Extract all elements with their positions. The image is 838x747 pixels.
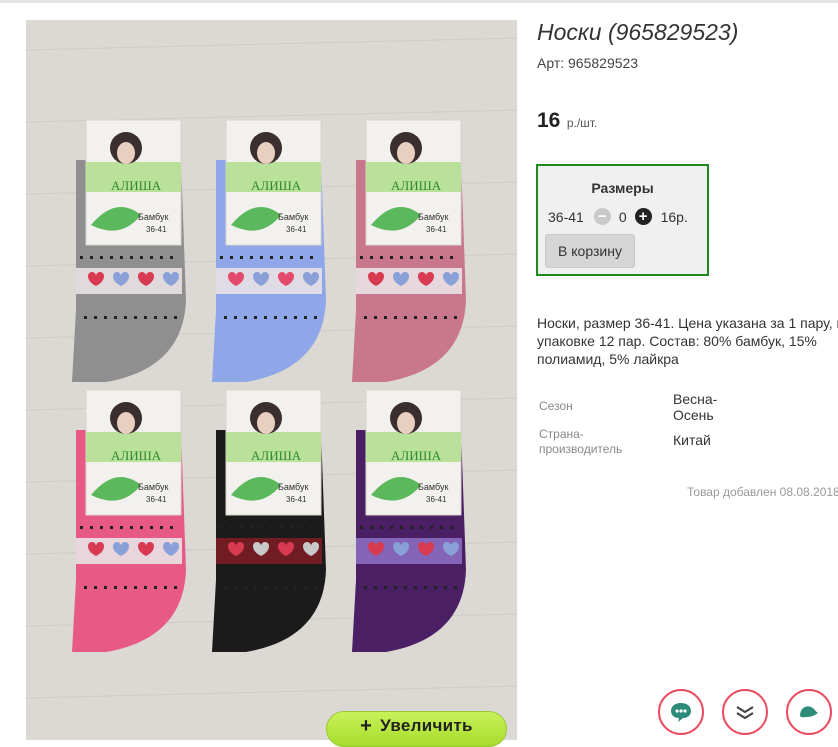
package-brand: АЛИША [251,448,302,463]
package-brand: АЛИША [391,448,442,463]
plus-icon: + [360,714,373,737]
package-brand: АЛИША [251,178,302,193]
layers-button[interactable] [722,689,768,735]
package-brand: АЛИША [391,178,442,193]
package-size: 36-41 [146,495,167,504]
size-price: 16р. [660,208,688,225]
package-material: Бамбук [138,482,168,492]
attribute-value-country: Китай [673,432,711,448]
package-size: 36-41 [286,495,307,504]
product-price: 16 р./шт. [537,109,597,133]
size-label: 36-41 [548,208,584,225]
sock-pair: АЛИША Бамбук 36-41 [352,119,466,382]
zoom-button[interactable]: + Увеличить [326,711,507,747]
package-material: Бамбук [418,212,448,222]
attribute-value-season: Весна- Осень [673,391,718,423]
price-value: 16 [537,109,561,132]
product-photo[interactable]: АЛИША Бамбук 36-41 АЛИША Бамбук 36-41 АЛИША Бам… [26,20,517,740]
product-article: Арт: 965829523 [537,55,639,71]
package-material: Бамбук [138,212,168,222]
sock-pair: АЛИША Бамбук 36-41 [72,389,186,652]
package-material: Бамбук [278,482,308,492]
chat-button[interactable] [658,689,704,735]
product-description: Носки, размер 36-41. Цена указана за 1 п… [537,315,838,367]
attribute-label-country: Страна- производитель [539,427,623,456]
decrease-quantity-button[interactable]: − [593,208,611,225]
socks-illustration: АЛИША Бамбук 36-41 АЛИША Бамбук 36-41 АЛИША Бам… [26,20,517,740]
package-size: 36-41 [426,225,447,234]
leaf-icon [800,706,818,718]
sock-pair: АЛИША Бамбук 36-41 [352,389,466,652]
layers-icon [736,706,754,720]
sizes-title: Размеры [591,180,654,196]
package-material: Бамбук [278,212,308,222]
package-brand: АЛИША [111,178,162,193]
quantity-value: 0 [618,208,627,225]
price-unit: р./шт. [566,116,598,130]
sock-pair: АЛИША Бамбук 36-41 [212,119,326,382]
increase-quantity-button[interactable]: + [634,208,652,225]
sock-pair: АЛИША Бамбук 36-41 [212,389,326,652]
size-row: 36-41 − 0 + 16р. [548,208,688,225]
package-brand: АЛИША [111,448,162,463]
package-size: 36-41 [146,225,167,234]
add-to-cart-button[interactable]: В корзину [545,234,635,268]
chat-icon [671,703,691,722]
product-title: Носки (965829523) [537,19,739,45]
package-material: Бамбук [418,482,448,492]
sock-pair: АЛИША Бамбук 36-41 [72,119,186,382]
sizes-panel: Размеры 36-41 − 0 + 16р. В корзину [536,164,709,276]
added-date: Товар добавлен 08.08.2018 [687,485,838,499]
top-divider [0,0,838,3]
leaf-button[interactable] [786,689,832,735]
package-size: 36-41 [286,225,307,234]
package-size: 36-41 [426,495,447,504]
zoom-button-label: Увеличить [380,716,473,735]
attribute-label-season: Сезон [539,399,573,413]
